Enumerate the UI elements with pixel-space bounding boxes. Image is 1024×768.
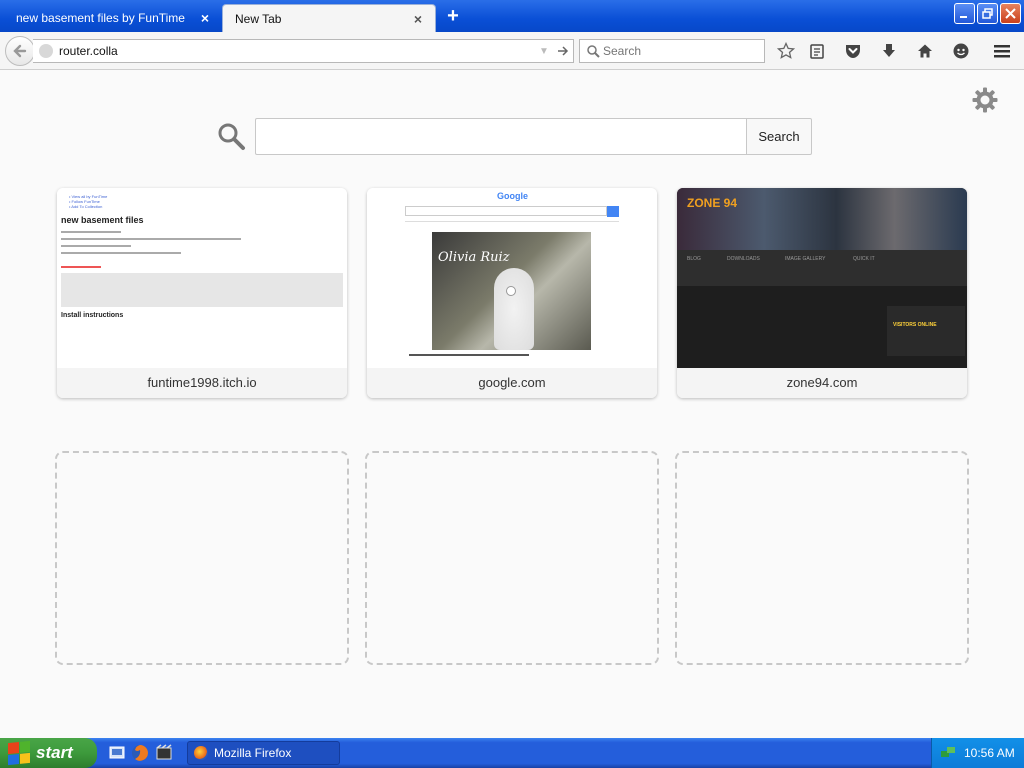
search-input[interactable]	[603, 41, 764, 61]
navigation-toolbar: ▼	[0, 32, 1024, 70]
tab-title: New Tab	[235, 11, 282, 26]
url-bar[interactable]: ▼	[33, 39, 574, 63]
back-button[interactable]	[5, 36, 35, 66]
new-tab-button[interactable]: +	[442, 6, 464, 28]
url-history-dropdown-icon[interactable]: ▼	[535, 46, 553, 57]
clock[interactable]: 10:56 AM	[964, 746, 1015, 760]
thumb-panel: VISITORS ONLINE	[887, 306, 965, 356]
thumb-panel-title: VISITORS ONLINE	[893, 322, 937, 328]
tab-title: new basement files by FunTime	[16, 11, 185, 25]
play-icon	[506, 286, 516, 296]
thumb-video: Olivia Ruiz	[432, 232, 591, 350]
show-desktop-icon[interactable]	[108, 744, 126, 762]
start-button[interactable]: start	[0, 738, 97, 768]
magnifier-icon	[583, 44, 603, 58]
thumb-line	[61, 231, 121, 233]
newtab-search-button[interactable]: Search	[746, 118, 812, 155]
close-tab-icon[interactable]: ×	[411, 12, 425, 26]
url-input[interactable]	[59, 41, 535, 61]
taskbar-button-firefox[interactable]: Mozilla Firefox	[187, 741, 340, 765]
thumb-result-line	[409, 354, 529, 356]
open-menu-button[interactable]	[992, 41, 1012, 61]
search-bar[interactable]	[579, 39, 765, 63]
gear-icon	[972, 87, 998, 113]
close-tab-icon[interactable]: ×	[198, 11, 212, 25]
search-magnifier-icon	[216, 121, 246, 151]
thumb-nav: BLOG DOWNLOADS IMAGE GALLERY QUICK IT	[677, 250, 967, 286]
site-identity-icon[interactable]	[39, 44, 53, 58]
tile-label: zone94.com	[677, 368, 967, 398]
go-arrow-icon	[558, 46, 569, 56]
tab-strip: new basement files by FunTime × New Tab …	[0, 0, 1024, 32]
thumb-nav-line	[405, 221, 619, 222]
bookmark-star-button[interactable]	[776, 41, 796, 61]
thumb-nav-item: DOWNLOADS	[727, 256, 760, 262]
thumb-search-button	[607, 206, 619, 217]
hello-chat-button[interactable]	[951, 41, 971, 61]
close-icon	[1005, 8, 1016, 19]
firefox-quicklaunch-icon[interactable]	[131, 744, 149, 762]
system-tray: 10:56 AM	[931, 738, 1024, 768]
thumb-line	[61, 266, 101, 268]
pocket-button[interactable]	[843, 41, 863, 61]
taskbar-button-label: Mozilla Firefox	[214, 746, 292, 760]
minimize-icon	[960, 16, 967, 18]
tab-new-basement-files[interactable]: new basement files by FunTime ×	[4, 4, 222, 32]
empty-tile-placeholder	[675, 451, 969, 665]
media-player-icon[interactable]	[155, 744, 173, 762]
site-thumbnail: ZONE 94 BLOG DOWNLOADS IMAGE GALLERY QUI…	[677, 188, 967, 368]
download-icon	[883, 44, 895, 57]
thumb-line	[61, 252, 181, 254]
top-site-tile-google[interactable]: Google Olivia Ruiz google.com	[367, 188, 657, 398]
thumb-line	[61, 245, 131, 247]
thumb-info-box	[61, 273, 343, 307]
thumb-subheading: Install instructions	[61, 312, 124, 319]
chat-icon	[953, 43, 969, 59]
thumb-nav-item: BLOG	[687, 256, 701, 262]
zone94-logo: ZONE 94	[687, 196, 738, 210]
site-thumbnail: • View all by FunTime • Follow FunTime •…	[57, 188, 347, 368]
top-site-tile-funtime[interactable]: • View all by FunTime • Follow FunTime •…	[57, 188, 347, 398]
back-arrow-icon	[13, 44, 27, 58]
star-icon	[777, 42, 795, 59]
customize-gear-button[interactable]	[971, 86, 999, 114]
empty-tile-placeholder	[55, 451, 349, 665]
empty-tile-placeholder	[365, 451, 659, 665]
thumb-heading: new basement files	[61, 215, 144, 225]
home-button[interactable]	[915, 41, 935, 61]
minimize-button[interactable]	[954, 3, 975, 24]
start-label: start	[36, 743, 73, 762]
network-icon[interactable]	[940, 745, 956, 761]
thumb-video-figure	[494, 268, 534, 350]
reading-list-button[interactable]	[807, 41, 827, 61]
pocket-icon	[846, 45, 860, 58]
close-window-button[interactable]	[1000, 3, 1021, 24]
thumb-line	[61, 238, 241, 240]
taskbar: start Mozilla Firefox 10:56 AM	[0, 738, 1024, 768]
thumb-video-text: Olivia Ruiz	[438, 250, 510, 265]
downloads-button[interactable]	[879, 41, 899, 61]
google-logo: Google	[497, 191, 528, 201]
tile-label: google.com	[367, 368, 657, 398]
windows-flag-icon	[8, 740, 30, 766]
top-site-tile-zone94[interactable]: ZONE 94 BLOG DOWNLOADS IMAGE GALLERY QUI…	[677, 188, 967, 398]
restore-icon	[982, 8, 993, 19]
thumb-searchbox	[405, 206, 607, 216]
thumb-text: • Add To Collection	[69, 204, 103, 209]
site-thumbnail: Google Olivia Ruiz	[367, 188, 657, 368]
tile-label: funtime1998.itch.io	[57, 368, 347, 398]
thumb-nav-item: IMAGE GALLERY	[785, 256, 826, 262]
restore-button[interactable]	[977, 3, 998, 24]
go-button[interactable]	[553, 45, 573, 57]
window-controls	[954, 3, 1021, 24]
thumb-nav-item: QUICK IT	[853, 256, 875, 262]
hamburger-menu-icon	[994, 45, 1010, 58]
tab-new-tab[interactable]: New Tab ×	[222, 4, 436, 32]
home-icon	[918, 44, 932, 58]
reading-list-icon	[810, 44, 824, 59]
firefox-icon	[194, 746, 208, 760]
newtab-search-input[interactable]	[255, 118, 747, 155]
